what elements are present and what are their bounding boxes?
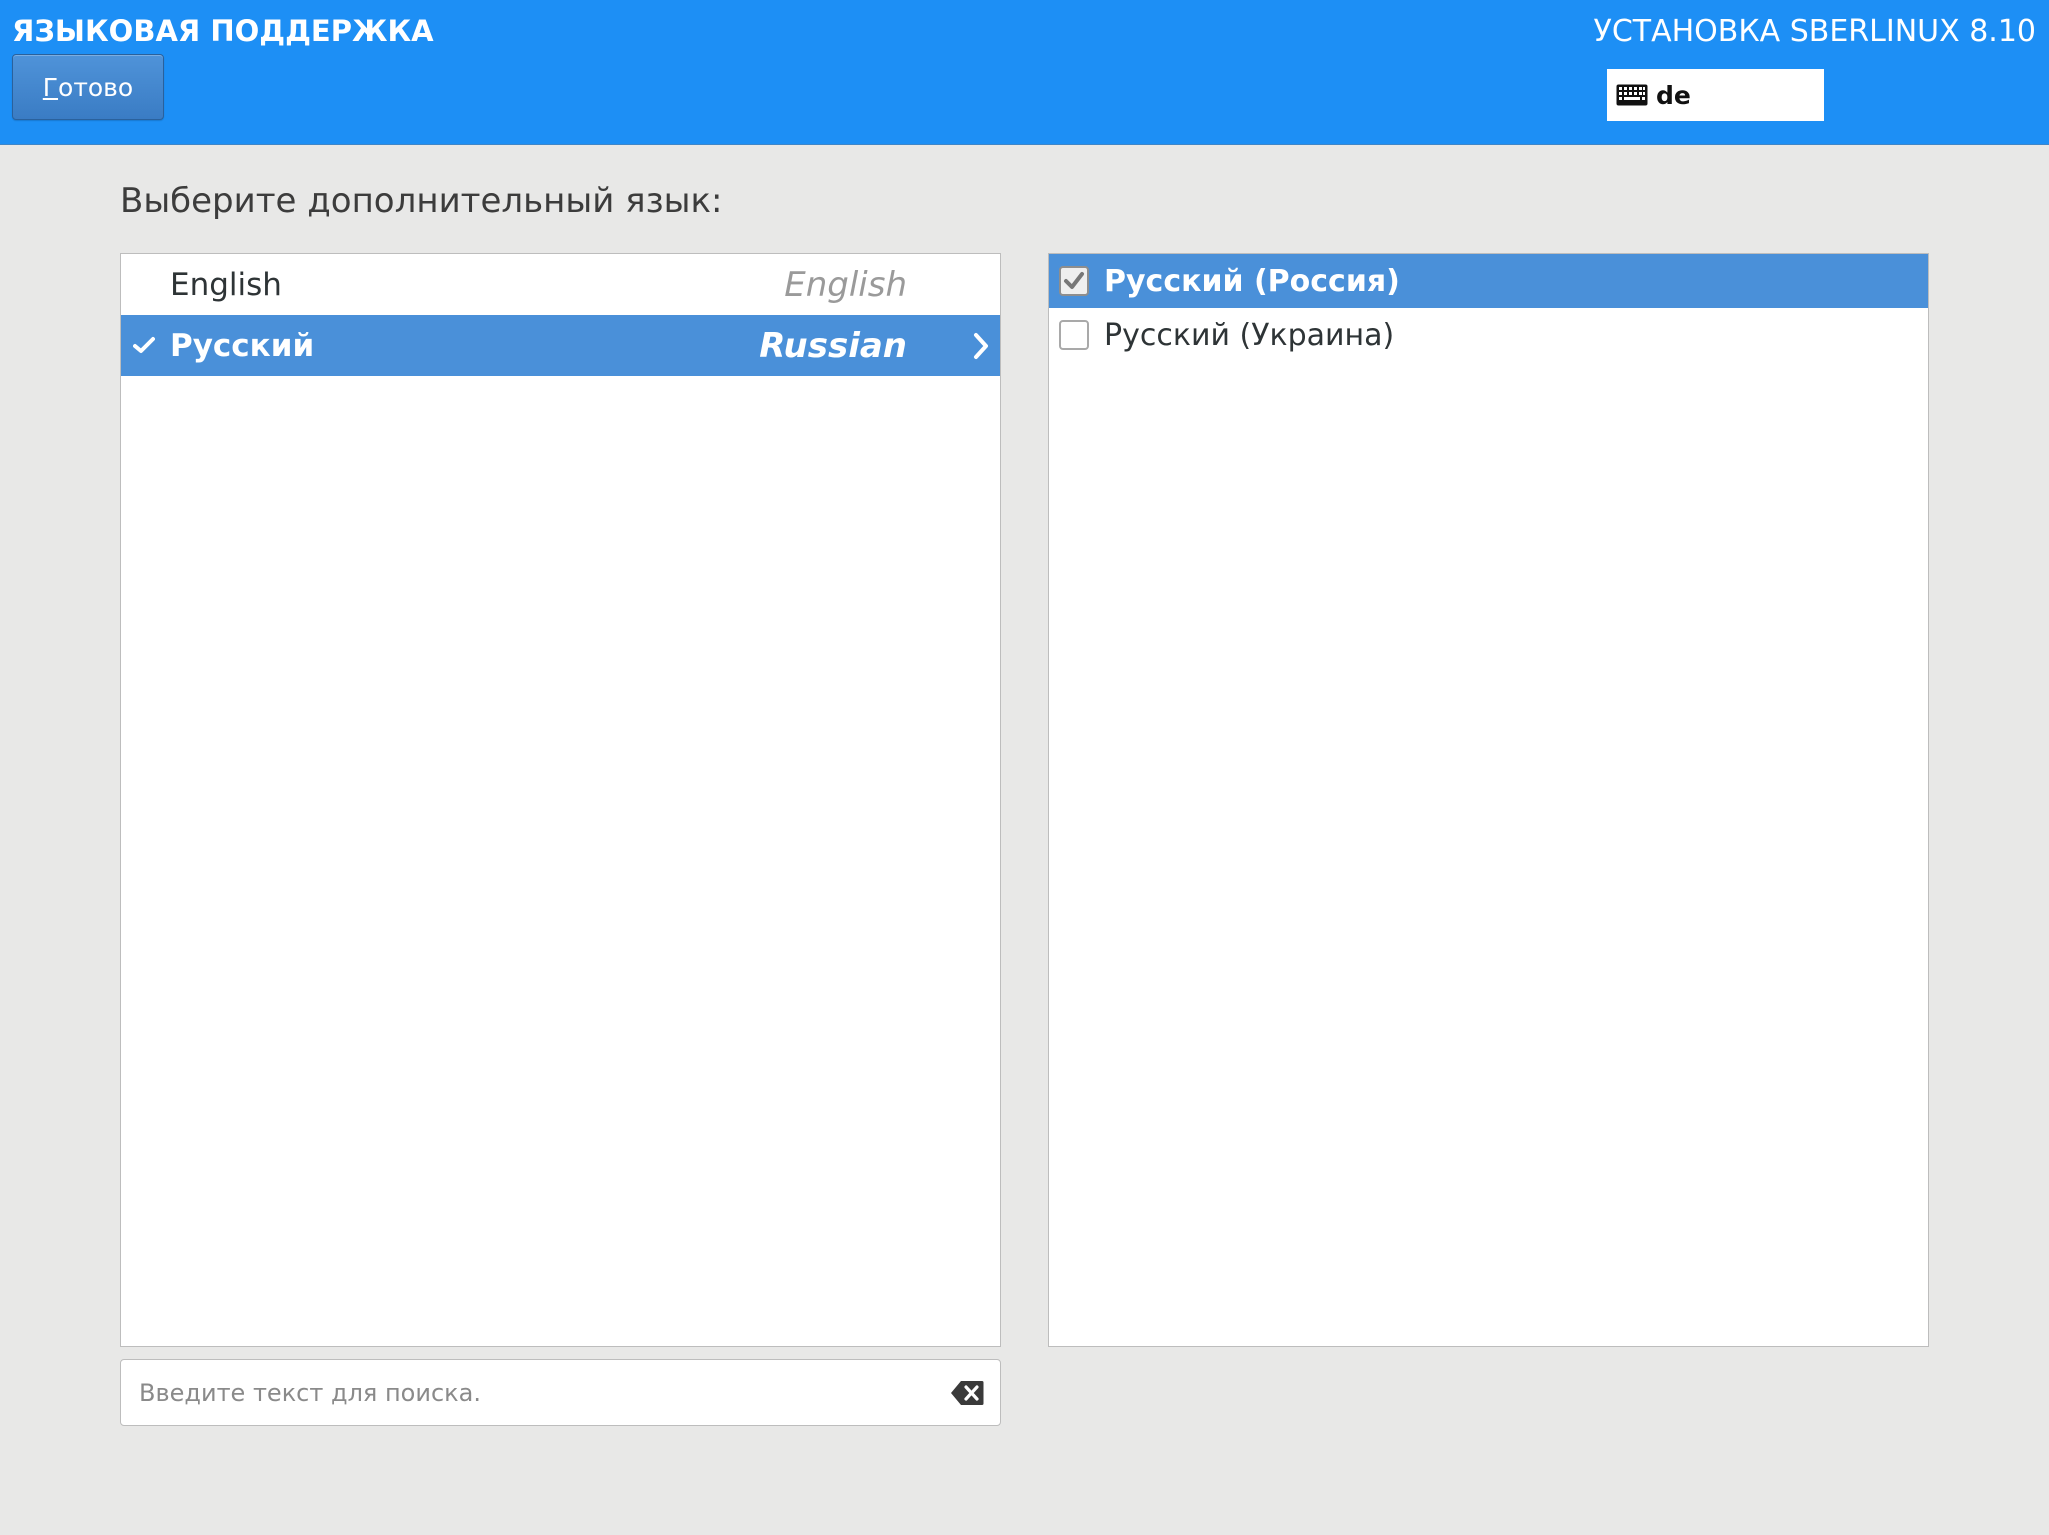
product-title: УСТАНОВКА SBERLINUX 8.10 [1593,14,2036,49]
keyboard-layout-label: de [1656,80,1691,110]
locale-row-ru-ru[interactable]: Русский (Россия) [1049,254,1928,308]
language-row-russian[interactable]: Русский Russian [121,315,1000,376]
language-list[interactable]: English English Русский Russian [120,253,1001,1347]
language-english-name: English [784,264,907,305]
done-button-mnemonic: Г [42,72,59,102]
locale-label: Русский (Россия) [1104,263,1400,299]
keyboard-layout-indicator[interactable]: de [1607,69,1824,121]
language-native-name: Русский [170,327,315,364]
locale-checkbox[interactable] [1059,320,1089,350]
chevron-right-icon [966,315,996,376]
keyboard-icon [1616,84,1648,106]
header-bar: ЯЗЫКОВАЯ ПОДДЕРЖКА Готово УСТАНОВКА SBER… [0,0,2049,145]
search-input[interactable] [137,1360,937,1425]
spoke-title: ЯЗЫКОВАЯ ПОДДЕРЖКА [12,14,434,48]
language-english-name: Russian [759,325,907,366]
checkbox-checked-icon [1064,272,1084,289]
done-button[interactable]: Готово [12,54,164,120]
locale-list[interactable]: Русский (Россия) Русский (Украина) [1048,253,1929,1347]
done-button-label: отово [58,72,134,102]
locale-label: Русский (Украина) [1104,317,1395,353]
language-search-box [120,1359,1001,1426]
language-row-english[interactable]: English English [121,254,1000,315]
language-native-name: English [170,266,282,303]
checkmark-icon [127,331,161,360]
language-prompt: Выберите дополнительный язык: [120,181,723,221]
clear-text-icon[interactable] [950,1380,984,1406]
locale-checkbox[interactable] [1059,266,1089,296]
locale-row-ru-ua[interactable]: Русский (Украина) [1049,308,1928,362]
